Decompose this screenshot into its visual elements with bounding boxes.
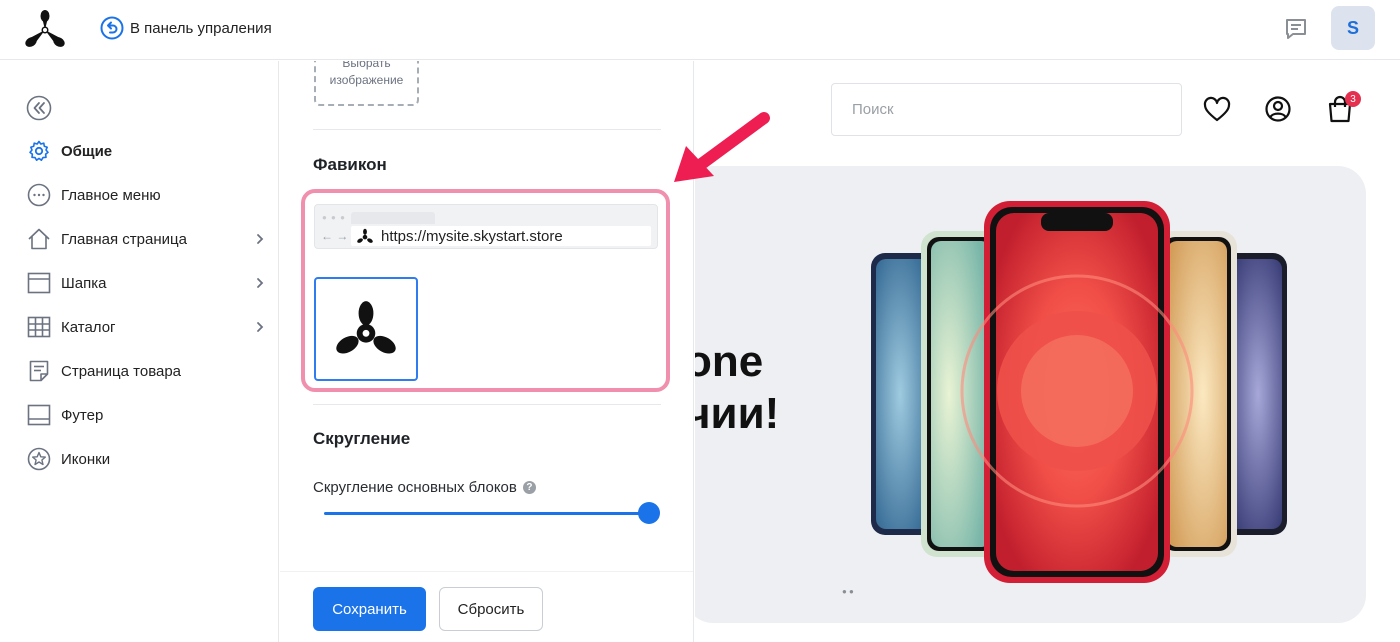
window-dots-icon: ● ● ● <box>322 213 346 222</box>
favicon-title: Фавикон <box>313 155 387 174</box>
sidebar-item-main-menu[interactable]: Главное меню <box>26 180 271 210</box>
sidebar-item-general[interactable]: Общие <box>26 136 271 166</box>
reset-button[interactable]: Сбросить <box>439 587 543 631</box>
rounding-slider-label: Скругление основных блоков ? <box>313 479 536 496</box>
footer-layout-icon <box>26 402 52 428</box>
settings-panel: Выбрать изображение Фавикон ● ● ● ← → ht… <box>280 61 694 642</box>
browser-tab <box>351 212 435 224</box>
sidebar-item-label: Главная страница <box>61 230 187 248</box>
sidebar-item-label: Шапка <box>61 274 107 292</box>
search-input[interactable]: Поиск <box>831 83 1182 136</box>
chevron-right-icon <box>257 322 264 332</box>
sidebar: Общие Главное меню Главная страница Шапк… <box>0 61 279 642</box>
sidebar-item-label: Страница товара <box>61 362 182 380</box>
sidebar-item-label: Иконки <box>61 450 111 468</box>
sidebar-item-icons[interactable]: Иконки <box>26 444 271 474</box>
grid-icon <box>26 314 52 340</box>
browser-nav-arrows-icon: ← → <box>321 229 349 243</box>
favicon-upload-preview[interactable] <box>314 277 418 381</box>
help-icon[interactable]: ? <box>522 481 536 494</box>
divider <box>313 129 661 130</box>
top-bar: В панель упраления S <box>0 0 1400 60</box>
annotation-arrow-icon <box>674 112 770 182</box>
chat-icon[interactable] <box>1283 16 1309 42</box>
carousel-pagination[interactable]: ● ● <box>842 587 854 596</box>
hero-banner[interactable]: one чии! ● ● <box>695 166 1366 623</box>
banner-headline: one чии! <box>695 336 779 440</box>
rounding-slider-handle[interactable] <box>638 502 660 524</box>
sidebar-item-header[interactable]: Шапка <box>26 268 271 298</box>
favicon-small-icon <box>357 228 373 243</box>
sidebar-item-catalog[interactable]: Каталог <box>26 312 271 342</box>
header-layout-icon <box>26 270 52 296</box>
save-button[interactable]: Сохранить <box>313 587 426 631</box>
document-icon <box>26 358 52 384</box>
panel-actions: Сохранить Сбросить <box>280 571 693 642</box>
rounding-slider-track[interactable] <box>324 512 650 515</box>
back-arrow-circle-icon <box>100 16 124 40</box>
chevron-right-icon <box>257 278 264 288</box>
rounding-label-text: Скругление основных блоков <box>313 479 517 496</box>
sidebar-item-home-page[interactable]: Главная страница <box>26 224 271 254</box>
sidebar-item-footer[interactable]: Футер <box>26 400 271 430</box>
sidebar-item-label: Каталог <box>61 318 116 336</box>
banner-line-2: чии! <box>695 389 780 438</box>
star-circle-icon <box>26 446 52 472</box>
sidebar-item-label: Общие <box>61 142 113 160</box>
user-icon[interactable] <box>1263 94 1293 124</box>
chevron-right-icon <box>257 234 264 244</box>
banner-line-1: one <box>695 337 764 386</box>
back-to-dashboard-link[interactable]: В панель упраления <box>100 16 272 40</box>
collapse-sidebar-icon[interactable] <box>26 95 52 121</box>
home-icon <box>26 226 52 252</box>
image-picker[interactable]: Выбрать изображение <box>314 61 419 106</box>
back-link-label: В панель упраления <box>130 19 272 37</box>
dots-circle-icon <box>26 182 52 208</box>
sidebar-item-label: Футер <box>61 406 104 424</box>
browser-url-text: https://mysite.skystart.store <box>381 227 563 245</box>
sidebar-item-product-page[interactable]: Страница товара <box>26 356 271 386</box>
sidebar-item-label: Главное меню <box>61 186 161 204</box>
favicon-logo-icon <box>336 301 396 354</box>
browser-preview: ● ● ● ← → https://mysite.skystart.store <box>314 204 658 249</box>
heart-icon[interactable] <box>1202 95 1232 125</box>
gear-icon <box>26 138 52 164</box>
store-preview: Поиск 3 one чии! ● ● <box>695 61 1400 642</box>
rounding-title: Скругление <box>313 429 411 448</box>
cart-count-badge: 3 <box>1345 91 1361 107</box>
avatar[interactable]: S <box>1331 6 1375 50</box>
phones-image <box>871 201 1287 583</box>
browser-url-bar: https://mysite.skystart.store <box>351 226 651 246</box>
divider <box>313 404 661 405</box>
logo-icon[interactable] <box>24 9 66 49</box>
